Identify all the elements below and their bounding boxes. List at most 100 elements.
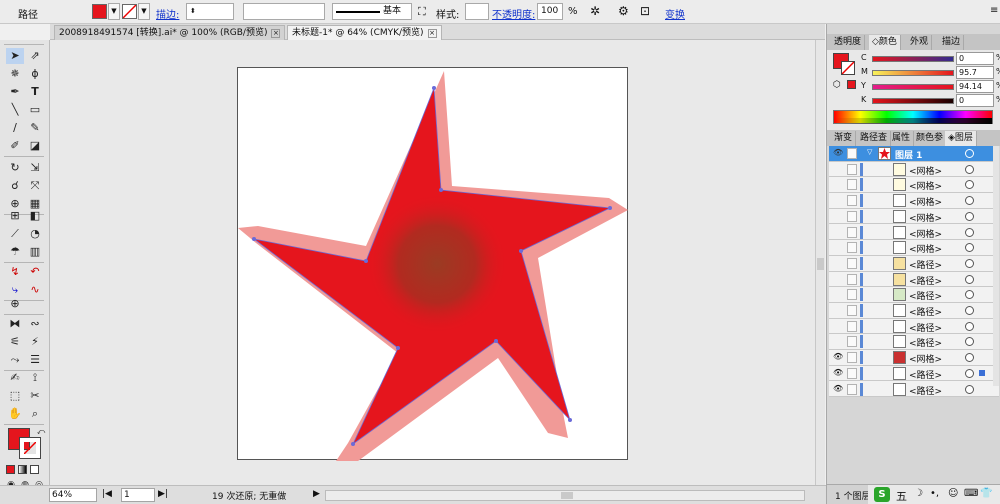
next-page-icon[interactable]: ▶|	[158, 489, 168, 499]
target-circle-icon[interactable]	[965, 384, 974, 394]
gradient-tool-icon[interactable]: ◧	[26, 208, 44, 224]
eye-icon[interactable]	[833, 305, 843, 315]
yellow-track[interactable]	[872, 84, 954, 90]
layer-item-row[interactable]: <路径>	[829, 255, 999, 272]
item-name[interactable]: <路径>	[909, 258, 942, 271]
item-name[interactable]: <网格>	[909, 164, 942, 177]
item-name[interactable]: <路径>	[909, 305, 942, 318]
out-of-gamut-icon[interactable]: ⬡	[833, 80, 841, 90]
eye-icon[interactable]	[833, 164, 843, 174]
target-circle-icon[interactable]	[965, 306, 974, 315]
zoom-tool-icon[interactable]: ⌕	[26, 406, 44, 422]
target-circle-icon[interactable]	[965, 290, 974, 300]
stroke-weight-input[interactable]: ⬍	[186, 3, 234, 20]
eye-icon[interactable]: 👁	[833, 148, 843, 158]
gradient-mode-icon[interactable]	[18, 465, 27, 474]
color-stroke-swatch[interactable]	[841, 61, 855, 75]
eye-icon[interactable]	[833, 242, 843, 252]
panel-menu-icon[interactable]: ≡	[990, 5, 998, 16]
first-page-icon[interactable]: |◀	[102, 489, 112, 499]
rectangle-tool-icon[interactable]: ▭	[26, 102, 44, 118]
item-name[interactable]: <网格>	[909, 227, 942, 240]
item-name[interactable]: <网格>	[909, 211, 942, 224]
stroke-link[interactable]: 描边:	[156, 6, 179, 21]
lock-toggle[interactable]	[847, 148, 857, 159]
target-circle-icon[interactable]	[965, 164, 974, 174]
layer-item-row[interactable]: 👁 <路径>	[829, 365, 999, 382]
graph-tool-icon[interactable]: ⤳	[6, 352, 24, 368]
moon-icon[interactable]: ☽	[914, 488, 923, 499]
eyedropper-icon[interactable]: ✍	[6, 370, 24, 386]
lock-toggle[interactable]	[847, 273, 857, 285]
symbol-sprayer-tool-icon[interactable]: ☂	[6, 244, 24, 260]
selection-tool-icon[interactable]: ➤	[6, 48, 24, 64]
layer-item-row[interactable]: <路径>	[829, 287, 999, 303]
target-circle-icon[interactable]	[965, 211, 974, 221]
page-select[interactable]: 1	[121, 488, 155, 502]
magenta-value[interactable]: 95.7	[956, 66, 994, 79]
tab-gradient[interactable]: 渐变	[831, 131, 857, 146]
tab-color-guide[interactable]: 颜色参	[913, 131, 948, 146]
eye-icon[interactable]	[833, 274, 843, 284]
slider-magenta[interactable]: M 95.7 %	[861, 66, 1000, 80]
layer-row-1[interactable]: 👁 ▽ 图层 1	[829, 146, 999, 162]
item-name[interactable]: <路径>	[909, 321, 942, 334]
tab-color[interactable]: ◇颜色	[869, 35, 901, 50]
item-name[interactable]: <网格>	[909, 352, 942, 365]
vertical-scrollbar[interactable]	[815, 40, 825, 485]
swap-colors-icon[interactable]: ⤺	[32, 424, 50, 440]
scroll-thumb[interactable]	[561, 492, 573, 499]
lock-toggle[interactable]	[847, 179, 857, 191]
punctuation-icon[interactable]: •,	[930, 488, 939, 499]
eyedropper-tool-icon[interactable]: ⟋	[6, 226, 24, 242]
measure-tool-icon[interactable]: ⟟	[26, 370, 44, 386]
close-icon[interactable]: ×	[427, 29, 437, 38]
layer-item-row[interactable]: <网格>	[829, 208, 999, 225]
artboard[interactable]	[237, 67, 628, 461]
stroke-dropdown[interactable]: ▼	[138, 3, 150, 20]
wave-tool-icon[interactable]: ∿	[26, 282, 44, 298]
layer-item-row[interactable]: <网格>	[829, 193, 999, 209]
eye-icon[interactable]	[833, 336, 843, 346]
graphic-style-icon[interactable]: ⛶	[418, 5, 426, 19]
item-name[interactable]: <路径>	[909, 289, 942, 302]
tab-layers[interactable]: ◈图层	[945, 131, 977, 146]
column-graph-tool-icon[interactable]: ▥	[26, 244, 44, 260]
tab-document-2[interactable]: 未标题-1* @ 64% (CMYK/预览) ×	[287, 25, 442, 40]
lock-toggle[interactable]	[847, 289, 857, 301]
slider-cyan[interactable]: C 0 %	[861, 52, 1000, 66]
tab-attributes[interactable]: 属性	[889, 131, 915, 146]
lock-toggle[interactable]	[847, 226, 857, 238]
target-circle-icon[interactable]	[965, 368, 974, 378]
lock-toggle[interactable]	[847, 195, 857, 207]
layer-item-row[interactable]: <网格>	[829, 240, 999, 256]
item-name[interactable]: <网格>	[909, 179, 942, 192]
eye-icon[interactable]: 👁	[833, 352, 843, 362]
opacity-input[interactable]: 100	[537, 3, 563, 20]
cyan-value[interactable]: 0	[956, 52, 994, 65]
layer-item-row[interactable]: <网格>	[829, 177, 999, 194]
blob-brush-tool-icon[interactable]: ✐	[6, 138, 24, 154]
target-circle-icon[interactable]	[965, 180, 974, 190]
blend-tool-icon[interactable]: ◔	[26, 226, 44, 242]
align-icon[interactable]: ⊡	[640, 4, 650, 18]
lasso-tool-icon[interactable]: ϕ	[26, 66, 44, 82]
slice-tool-icon[interactable]: ⚟	[6, 334, 24, 350]
layer-item-row[interactable]: 👁 <网格>	[829, 350, 999, 366]
layer-item-row[interactable]: <路径>	[829, 303, 999, 319]
direct-selection-tool-icon[interactable]: ⇗	[26, 48, 44, 64]
target-circle-icon[interactable]	[965, 274, 974, 284]
lock-toggle[interactable]	[847, 336, 857, 348]
lock-toggle[interactable]	[847, 305, 857, 316]
eye-icon[interactable]	[833, 289, 843, 299]
eye-icon[interactable]	[833, 211, 843, 221]
perspective-grid-tool-icon[interactable]: ⊞	[6, 208, 24, 224]
item-name[interactable]: <路径>	[909, 336, 942, 349]
paintbrush-tool-icon[interactable]: ∕	[6, 120, 24, 136]
color-mode-icon[interactable]	[6, 465, 15, 474]
type-tool-icon[interactable]: T	[26, 84, 44, 100]
none-mode-icon[interactable]	[30, 465, 39, 474]
slider-black[interactable]: K 0 %	[861, 94, 1000, 108]
eye-icon[interactable]	[833, 179, 843, 189]
item-name[interactable]: <路径>	[909, 368, 942, 381]
